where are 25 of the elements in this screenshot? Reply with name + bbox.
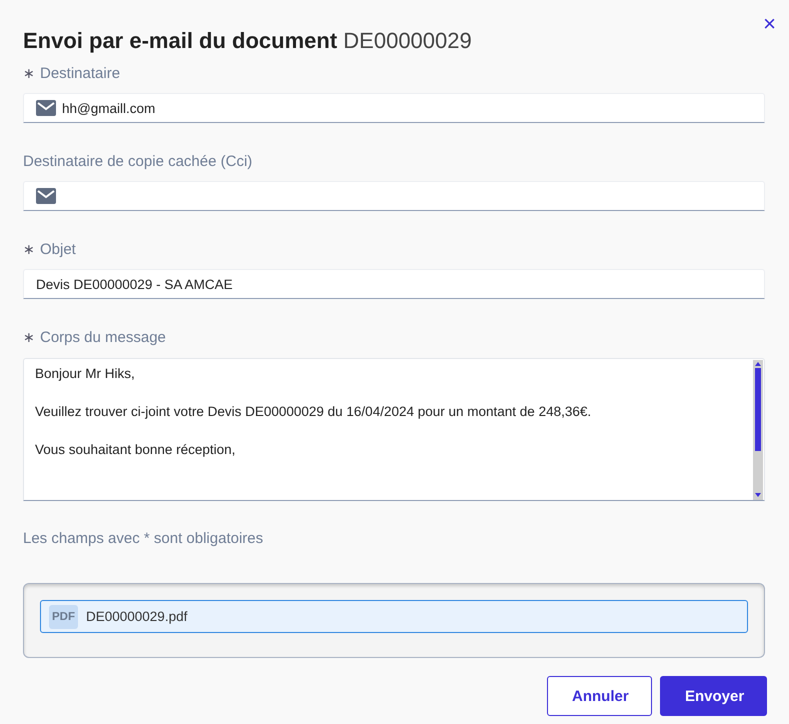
field-label: Corps du message: [40, 328, 166, 346]
file-type-badge: PDF: [49, 604, 78, 628]
message-line: Bonjour Mr Hiks,: [35, 366, 136, 382]
message-line: Vous souhaitant bonne réception,: [35, 442, 236, 458]
mail-icon: [36, 100, 56, 116]
file-name: DE00000029.pdf: [86, 609, 188, 624]
message-textarea[interactable]: Bonjour Mr Hiks, Veuillez trouver ci-joint votre Devis DE00000029 du 16/04/2024 pour un montant de 248,36€. Vous souhaitant bonne réception,: [23, 358, 765, 501]
required-mark: ∗: [23, 65, 35, 81]
required-mark: ∗: [23, 329, 35, 345]
attachment-item[interactable]: PDF DE00000029.pdf: [40, 600, 748, 633]
email-field[interactable]: [23, 181, 765, 211]
cancel-button[interactable]: Annuler: [547, 676, 652, 716]
required-mark: ∗: [23, 241, 35, 257]
close-button[interactable]: ×: [760, 12, 779, 36]
email-field[interactable]: hh@gmaill.com: [23, 93, 765, 123]
message-line: Veuillez trouver ci-joint votre Devis DE00000029 du 16/04/2024 pour un montant de 248,36€.: [35, 404, 592, 420]
field-label: Destinataire de copie cachée (Cci): [23, 152, 252, 170]
field-label: Destinataire: [40, 64, 120, 82]
dialog-title: Envoi par e-mail du document DE00000029: [23, 27, 473, 55]
scrollbar[interactable]: [753, 360, 763, 500]
required-note: Les champs avec * sont obligatoires: [23, 530, 264, 547]
send-button[interactable]: Envoyer: [660, 676, 767, 716]
input-field[interactable]: Devis DE00000029 - SA AMCAE: [23, 269, 765, 299]
mail-icon: [36, 188, 56, 204]
field-label: Objet: [40, 240, 76, 258]
